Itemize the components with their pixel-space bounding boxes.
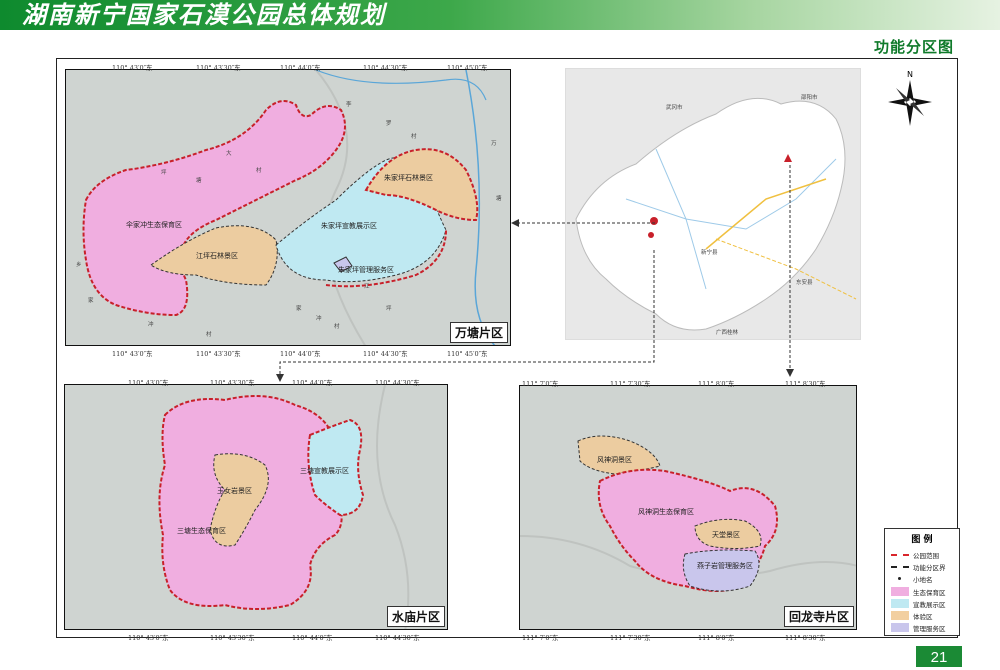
coord-label: 111° 8′0″东: [698, 634, 735, 642]
zone-label: 玉女岩景区: [217, 486, 252, 495]
overview-label: 新宁县: [701, 248, 718, 256]
place-name: 乡: [76, 261, 82, 268]
legend-item-label: 小地名: [913, 576, 933, 584]
overview-label: 东安县: [796, 278, 813, 286]
zone-label: 江坪石林景区: [196, 251, 238, 260]
north-label: N: [907, 70, 913, 79]
coord-label: 110° 44′0″东: [280, 64, 321, 72]
legend-item-label: 公园范围: [913, 552, 939, 560]
place-name: 塘: [496, 194, 502, 202]
legend-item-label: 功能分区界: [913, 564, 946, 572]
coord-label: 110° 45′0″东: [447, 64, 488, 72]
coord-label: 110° 43′30″东: [196, 64, 241, 72]
coord-label: 110° 43′0″东: [112, 350, 153, 358]
map-panel-huilongsi[interactable]: 风神洞景区 风神洞生态保育区 天堂景区 燕子岩管理服务区 回龙寺片区: [519, 385, 857, 630]
service-zone-shape: [682, 549, 760, 592]
zone-label: 燕子岩管理服务区: [697, 561, 753, 570]
coord-label: 110° 44′30″东: [363, 64, 408, 72]
coord-label: 110° 43′30″东: [210, 379, 255, 387]
map-legend: 图 例 公园范围 功能分区界 小地名 生态保育区 宣教展示区 体验区 管理服务区: [884, 528, 960, 636]
zone-label: 朱家坪石林景区: [384, 173, 433, 182]
header-banner: 湖南新宁国家石漠公园总体规划: [0, 0, 1000, 30]
overview-label: 广西桂林: [716, 328, 739, 336]
legend-item-label: 体验区: [913, 613, 933, 621]
coord-label: 110° 44′0″东: [292, 379, 333, 387]
overview-label: 邵阳市: [801, 93, 818, 101]
place-name: 村: [206, 330, 212, 338]
coord-label: 110° 44′30″东: [375, 634, 420, 642]
panel-label-huilongsi: 回龙寺片区: [783, 606, 854, 627]
coord-label: 110° 43′0″东: [112, 64, 153, 72]
legend-item-label: 生态保育区: [913, 589, 946, 597]
coord-label: 111° 8′30″东: [785, 634, 826, 642]
legend-place-dot-icon: [898, 577, 901, 580]
connector-shuimiao: [276, 250, 655, 382]
connector-wantang: [511, 219, 655, 227]
coord-label: 111° 8′30″东: [785, 380, 826, 388]
place-name: 罗: [386, 120, 392, 127]
zone-label: 风神洞景区: [597, 455, 632, 464]
place-name: 李: [346, 100, 352, 108]
page-number: 21: [916, 646, 962, 667]
huilongsi-map: 风神洞景区 风神洞生态保育区 天堂景区 燕子岩管理服务区: [520, 386, 856, 629]
coord-label: 110° 43′0″东: [128, 634, 169, 642]
legend-zone-boundary-symbol: [891, 566, 909, 570]
zone-label: 风神洞生态保育区: [638, 507, 694, 516]
north-arrow-icon: N: [888, 70, 932, 126]
coord-label: 111° 7′30″东: [610, 380, 651, 388]
legend-service-swatch: [891, 623, 909, 632]
legend-edu-swatch: [891, 599, 909, 608]
document-title: 湖南新宁国家石漠公园总体规划: [22, 0, 386, 29]
place-name: 万: [491, 140, 497, 147]
place-name: 塘: [196, 176, 202, 184]
zone-label: 朱家坪宣教展示区: [321, 221, 377, 230]
connector-huilongsi: [786, 165, 794, 377]
legend-experience-swatch: [891, 611, 909, 620]
legend-item-label: 宣教展示区: [913, 601, 946, 609]
legend-eco-swatch: [891, 587, 909, 596]
map-subtitle: 功能分区图: [873, 38, 954, 56]
place-name: 村: [256, 166, 262, 174]
zone-label: 天堂景区: [712, 530, 740, 539]
coord-label: 111° 8′0″东: [698, 380, 735, 388]
overview-label: 武冈市: [666, 103, 683, 111]
coord-label: 111° 7′0″东: [522, 380, 559, 388]
legend-park-boundary-symbol: [891, 554, 909, 558]
zone-label: 伞家冲生态保育区: [126, 220, 182, 229]
zone-label: 三塘宣教展示区: [300, 466, 349, 475]
place-name: 坪: [161, 168, 167, 176]
place-name: 村: [411, 132, 417, 140]
coord-label: 111° 7′30″东: [610, 634, 651, 642]
zone-label: 三塘生态保育区: [177, 526, 226, 535]
coord-label: 110° 44′30″东: [375, 379, 420, 387]
coord-label: 110° 44′0″东: [292, 634, 333, 642]
shuimiao-map: 三塘生态保育区 玉女岩景区 三塘宣教展示区: [65, 385, 447, 629]
legend-item-label: 管理服务区: [913, 625, 946, 633]
coord-label: 110° 43′30″东: [196, 350, 241, 358]
legend-title: 图 例: [911, 535, 933, 545]
place-name: 冲: [148, 320, 154, 328]
map-panel-shuimiao[interactable]: 三塘生态保育区 玉女岩景区 三塘宣教展示区 水庙片区: [64, 384, 448, 630]
panel-label-shuimiao: 水庙片区: [386, 606, 445, 627]
coord-label: 110° 43′30″东: [210, 634, 255, 642]
place-name: 大: [226, 149, 232, 157]
coord-label: 110° 43′0″东: [128, 379, 169, 387]
coord-label: 111° 7′0″东: [522, 634, 559, 642]
place-name: 家: [88, 296, 94, 304]
